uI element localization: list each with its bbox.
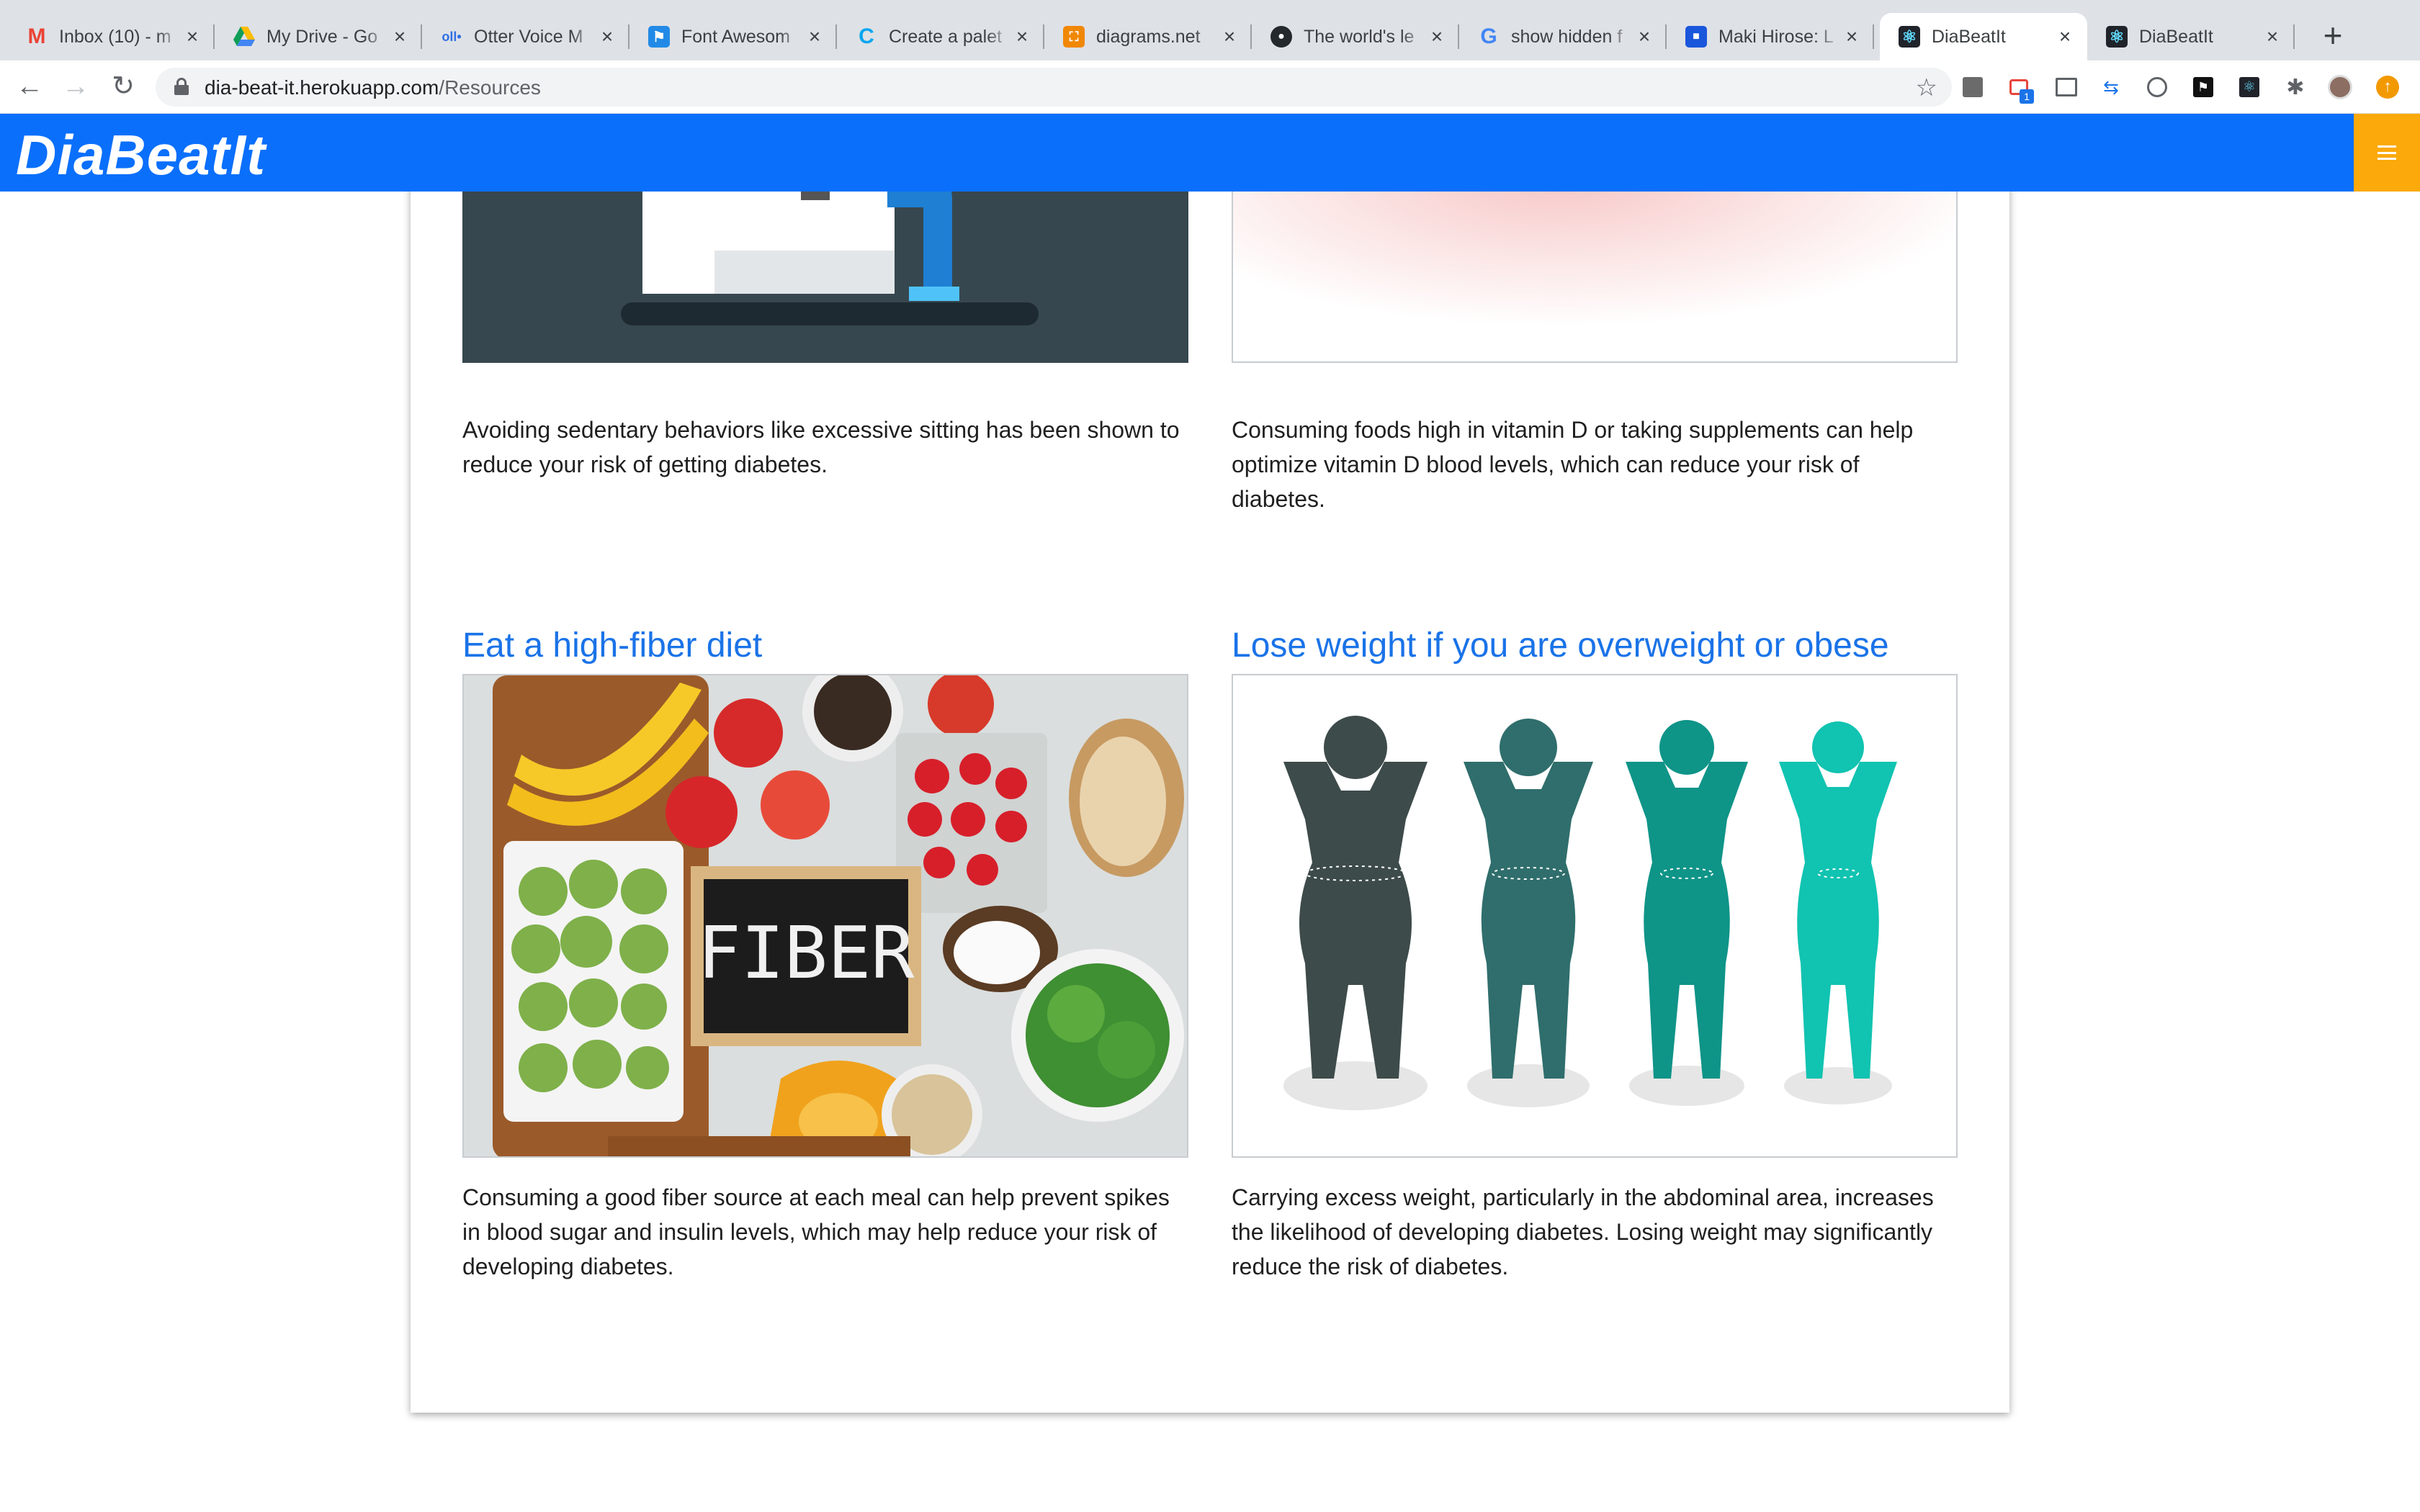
extension-badge-icon[interactable]: 1 — [2007, 75, 2034, 104]
browser-tab[interactable]: C Create a palet × — [837, 13, 1044, 60]
gmail-icon: M — [27, 24, 46, 48]
google-drive-icon — [233, 26, 255, 48]
browser-tab[interactable]: G show hidden f × — [1459, 13, 1667, 60]
tip-description: Avoiding sedentary behaviors like excess… — [462, 417, 1180, 477]
close-tab-icon[interactable]: × — [2054, 25, 2076, 48]
close-tab-icon[interactable]: × — [596, 25, 618, 48]
font-awesome-flag-icon: ⚑ — [648, 26, 670, 48]
update-icon[interactable]: ↑ — [2375, 75, 2400, 99]
close-tab-icon[interactable]: × — [804, 25, 825, 48]
profile-avatar[interactable] — [2328, 75, 2352, 99]
browser-tab[interactable]: ⚑ Font Awesom × — [629, 13, 837, 60]
flag-extension-icon[interactable]: ⚑ — [2191, 75, 2215, 99]
browser-tab-strip: M Inbox (10) - m × My Drive - Go × oll• … — [0, 0, 2420, 60]
tip-description: Consuming a good fiber source at each me… — [462, 1184, 1170, 1279]
github-icon: ● — [1270, 26, 1292, 48]
tip-title-link[interactable]: Lose weight if you are overweight or obe… — [1232, 626, 1889, 665]
close-tab-icon[interactable]: × — [2262, 25, 2283, 48]
hamburger-menu-button[interactable] — [2354, 114, 2420, 192]
reload-button[interactable]: ↻ — [107, 71, 140, 104]
new-tab-button[interactable]: + — [2313, 17, 2352, 56]
browser-toolbar: ← → ↻ dia-beat-it.herokuapp.com/Resource… — [0, 60, 2420, 114]
sync-arrows-icon[interactable]: ⇆ — [2099, 75, 2123, 99]
fiber-chalkboard-label: FIBER — [697, 911, 915, 995]
react-devtools-icon[interactable]: ⚛ — [2237, 75, 2262, 99]
page-viewport: DiaBeatIt Avoiding sedentary behaviors l… — [0, 114, 2420, 1512]
close-tab-icon[interactable]: × — [1011, 25, 1033, 48]
close-tab-icon[interactable]: × — [1841, 25, 1863, 48]
app-navbar: DiaBeatIt — [0, 114, 2420, 192]
tip-description: Carrying excess weight, particularly in … — [1232, 1184, 1934, 1279]
lock-icon — [174, 78, 189, 95]
puzzle-extensions-icon[interactable]: ✱ — [2283, 75, 2308, 99]
coolors-icon: C — [859, 24, 874, 48]
react-icon: ⚛ — [2106, 26, 2128, 48]
close-tab-icon[interactable]: × — [182, 25, 203, 48]
address-bar[interactable]: dia-beat-it.herokuapp.com/Resources ☆ — [156, 68, 1952, 107]
forward-button[interactable]: → — [59, 71, 92, 104]
resources-card: Avoiding sedentary behaviors like excess… — [411, 114, 2009, 1413]
extension-icon[interactable] — [1960, 75, 1985, 99]
browser-tab[interactable]: My Drive - Go × — [215, 13, 422, 60]
back-button[interactable]: ← — [13, 71, 46, 104]
browser-tab-active[interactable]: ⚛ DiaBeatIt × — [1880, 13, 2087, 60]
close-tab-icon[interactable]: × — [389, 25, 411, 48]
brand-logo[interactable]: DiaBeatIt — [16, 122, 266, 188]
menu-icon — [2378, 145, 2396, 160]
otter-icon: oll• — [442, 29, 462, 44]
google-icon: G — [1480, 24, 1497, 48]
screenshot-icon[interactable] — [2054, 75, 2079, 99]
browser-tab[interactable]: ⚛ DiaBeatIt × — [2087, 13, 2295, 60]
extension-circle-icon[interactable] — [2145, 75, 2169, 99]
url-text: dia-beat-it.herokuapp.com/Resources — [205, 76, 541, 99]
browser-tab[interactable]: ● The world's le × — [1252, 13, 1459, 60]
close-tab-icon[interactable]: × — [1219, 25, 1240, 48]
react-icon: ⚛ — [1899, 26, 1920, 48]
tip-description: Consuming foods high in vitamin D or tak… — [1232, 417, 1914, 512]
trello-icon: ■ — [1685, 26, 1707, 48]
browser-tab[interactable]: M Inbox (10) - m × — [7, 13, 215, 60]
browser-tab[interactable]: oll• Otter Voice M × — [422, 13, 629, 60]
tip-title-link[interactable]: Eat a high-fiber diet — [462, 626, 762, 665]
diagrams-icon: ⛶ — [1063, 26, 1085, 48]
tip-image-weight-loss — [1232, 674, 1958, 1158]
browser-tab[interactable]: ■ Maki Hirose: L × — [1667, 13, 1874, 60]
browser-tab[interactable]: ⛶ diagrams.net × — [1044, 13, 1252, 60]
close-tab-icon[interactable]: × — [1426, 25, 1448, 48]
bookmark-star-icon[interactable]: ☆ — [1916, 73, 1937, 102]
tip-image-fiber: FIBER — [462, 674, 1188, 1158]
close-tab-icon[interactable]: × — [1634, 25, 1655, 48]
